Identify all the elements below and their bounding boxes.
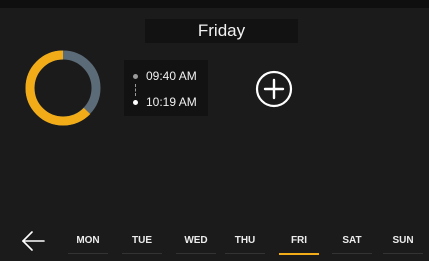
plus-circle-icon [255,70,293,108]
day-tab-underline [176,253,216,254]
day-tab-underline [332,253,372,254]
start-time-row: 09:40 AM [124,68,197,84]
start-time-text: 09:40 AM [146,69,197,83]
day-tab-underline [383,253,423,254]
end-time-dot [133,99,138,105]
day-tab-underline [225,253,265,254]
arrow-left-icon [20,228,48,254]
day-tab-sat[interactable]: SAT [332,222,372,255]
day-tab-underline [122,253,162,254]
end-time-row: 10:19 AM [124,94,197,110]
day-tab-thu[interactable]: THU [225,222,265,255]
day-tab-wed[interactable]: WED [176,222,216,255]
add-button[interactable] [255,70,293,108]
day-tab-sun[interactable]: SUN [383,222,423,255]
day-tab-label: TUE [132,235,152,246]
time-range-panel: 09:40 AM 10:19 AM [124,60,208,116]
day-title: Friday [197,21,246,40]
day-tab-label: WED [184,235,208,246]
day-header: Friday [145,19,298,43]
top-strip [0,0,429,8]
day-tab-label: THU [234,235,256,246]
day-tab-underline [279,253,319,255]
day-tab-label: SAT [342,235,362,246]
end-time-text: 10:19 AM [146,95,197,109]
day-selector-bar: MON TUE WED THU FRI SAT SUN [0,222,429,261]
day-tab-label: SUN [392,235,414,246]
day-tab-tue[interactable]: TUE [122,222,162,255]
schedule-ring [24,49,102,127]
day-tab-label: FRI [290,235,308,246]
thermostat-day-schedule-screen: Friday 09:40 AM 10:19 AM MON TUE WED THU… [0,0,429,261]
back-button[interactable] [20,228,48,254]
day-tab-mon[interactable]: MON [68,222,108,255]
start-time-dot [133,73,138,79]
day-tab-underline [68,253,108,254]
day-tab-fri[interactable]: FRI [279,222,319,255]
day-tab-label: MON [76,235,100,246]
